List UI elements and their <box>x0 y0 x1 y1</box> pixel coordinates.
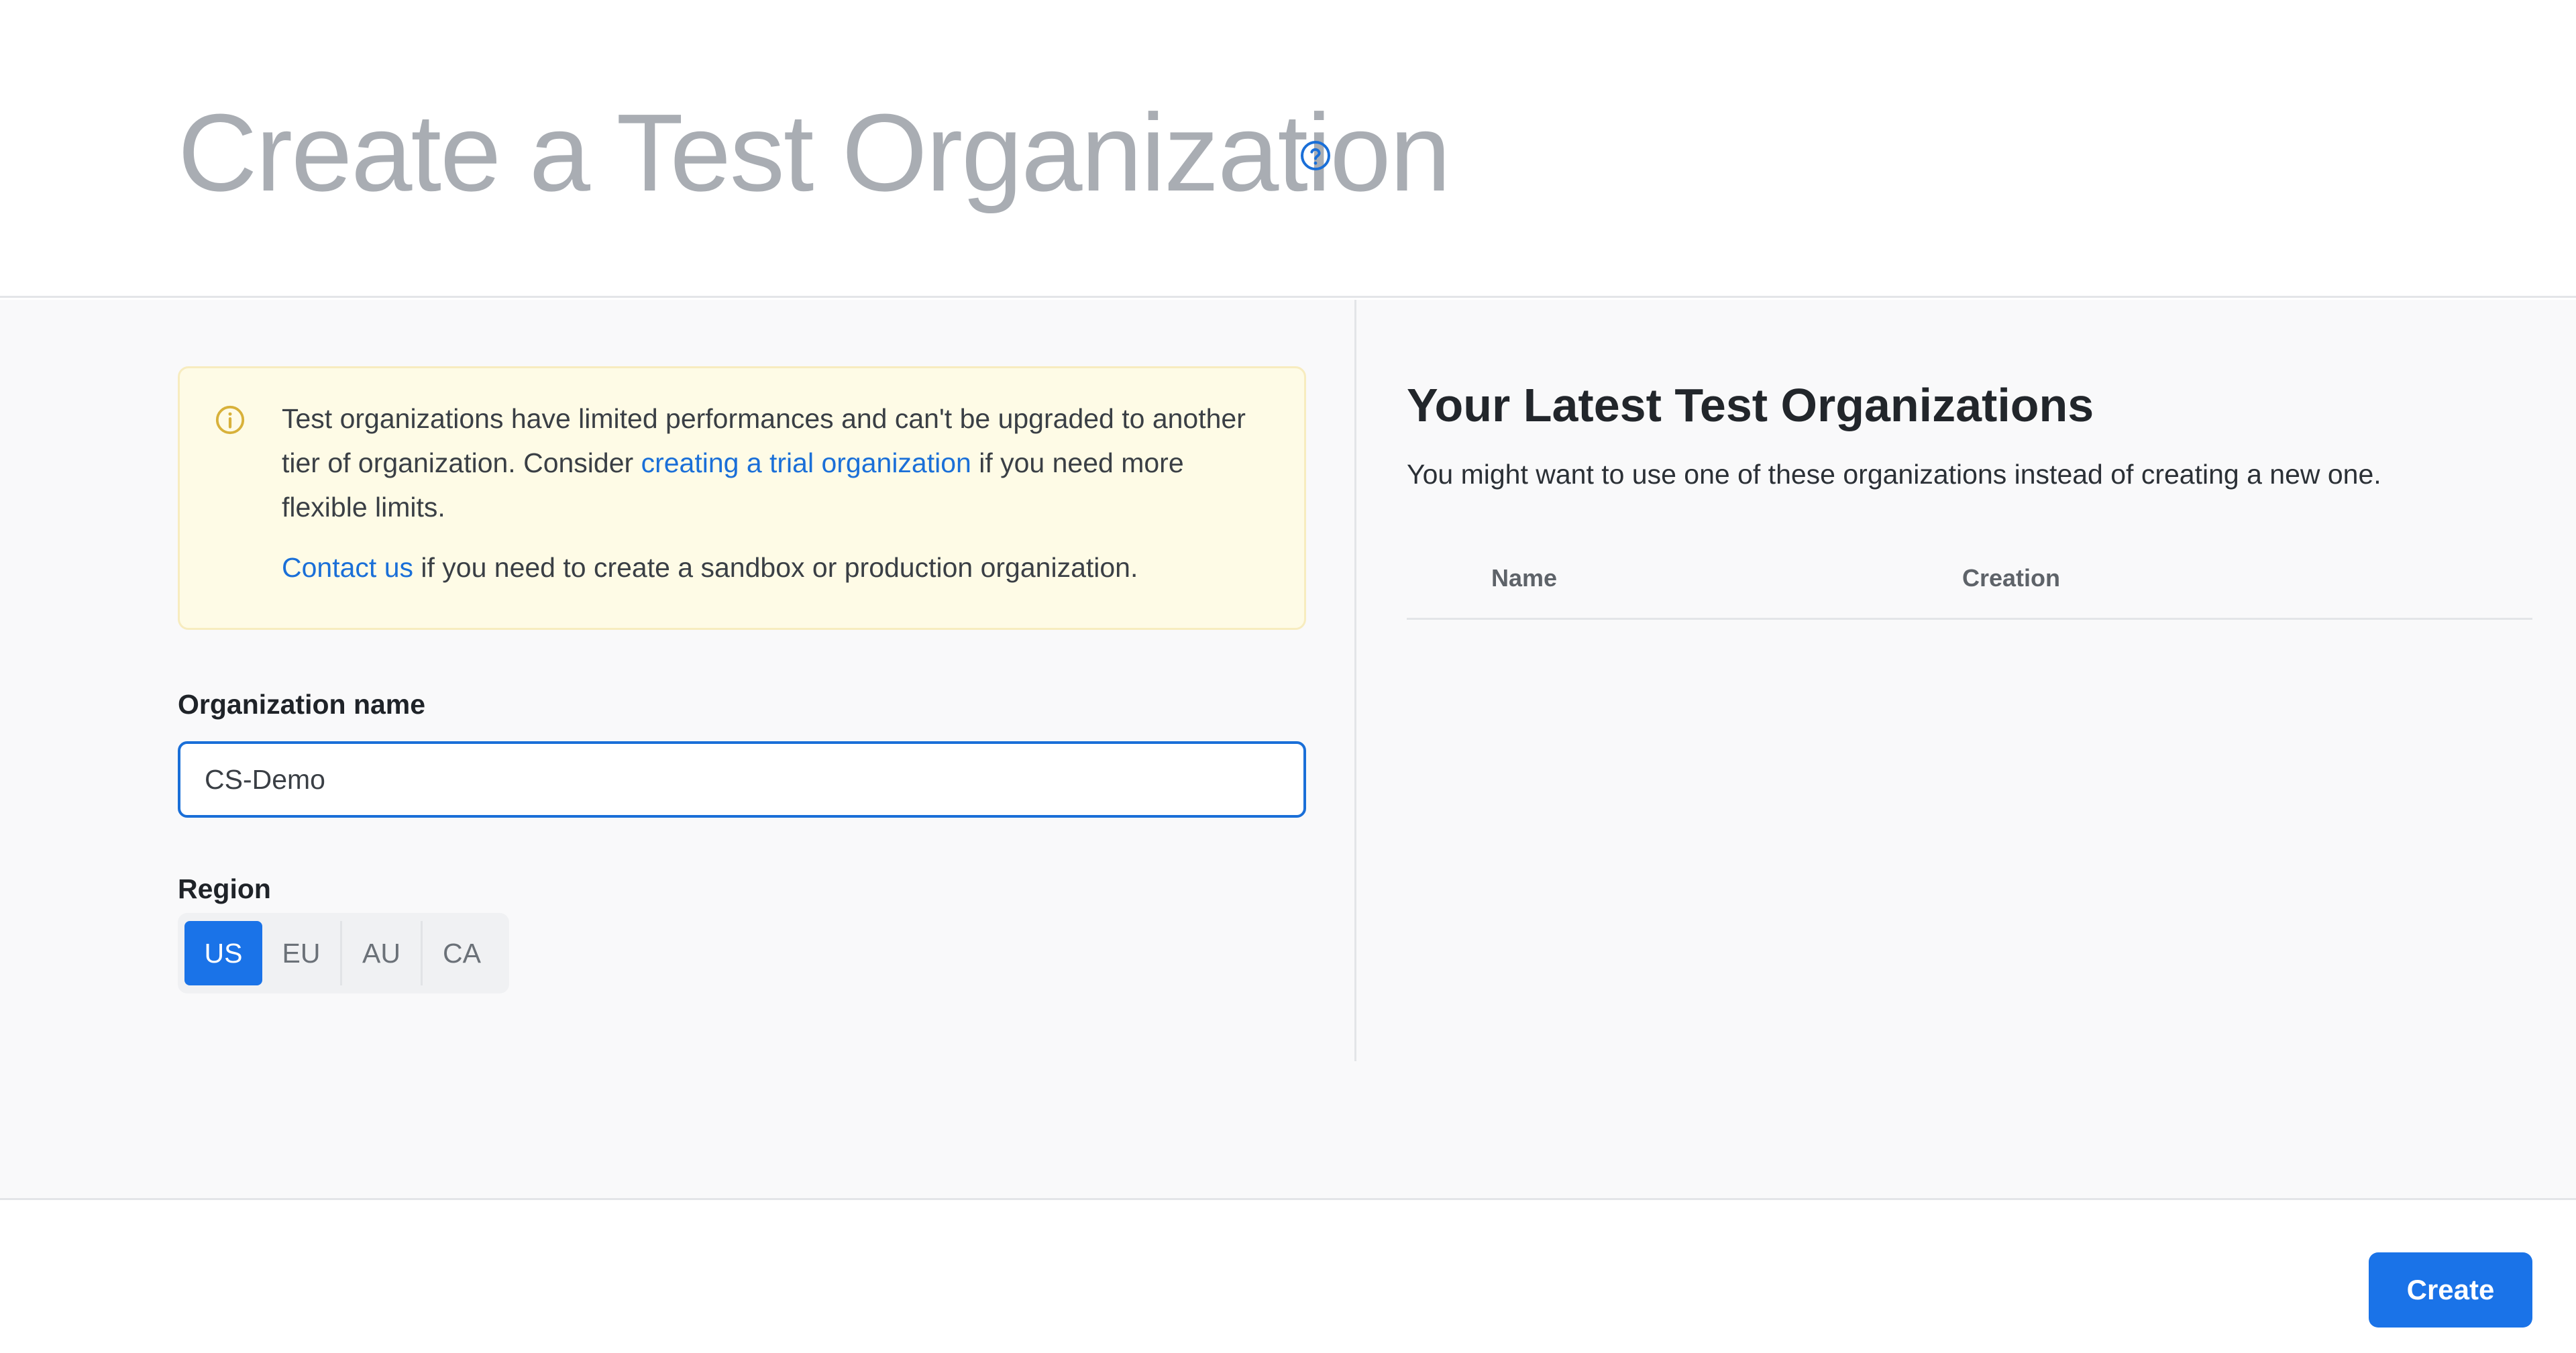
contact-us-link[interactable]: Contact us <box>282 552 413 583</box>
page-body: Test organizations have limited performa… <box>0 300 2576 1200</box>
region-option-au[interactable]: AU <box>340 921 421 985</box>
region-option-ca[interactable]: CA <box>421 921 501 985</box>
region-selector: US EU AU CA <box>178 913 509 993</box>
notice-text: Test organizations have limited performa… <box>282 396 1268 590</box>
region-label: Region <box>178 873 271 904</box>
notice-paragraph-limits: Test organizations have limited performa… <box>282 396 1268 529</box>
latest-organizations-subtitle: You might want to use one of these organ… <box>1407 459 2381 490</box>
notice-paragraph-contact: Contact us if you need to create a sandb… <box>282 545 1268 590</box>
create-button[interactable]: Create <box>2369 1252 2532 1328</box>
page-header: Create a Test Organization <box>0 0 2576 298</box>
column-divider <box>1354 300 1356 1061</box>
info-circle-icon <box>215 405 245 435</box>
page-footer: Create <box>0 1202 2576 1353</box>
latest-organizations-title: Your Latest Test Organizations <box>1407 379 2094 431</box>
question-circle-icon[interactable] <box>1299 140 1332 172</box>
page-title: Create a Test Organization <box>178 91 1451 214</box>
create-test-organization-page: Create a Test Organization Test organiza… <box>0 0 2576 1353</box>
organization-name-input[interactable] <box>178 741 1306 818</box>
column-header-name[interactable]: Name <box>1491 564 1557 592</box>
creating-trial-organization-link[interactable]: creating a trial organization <box>641 447 971 478</box>
region-option-eu[interactable]: EU <box>262 921 340 985</box>
region-option-us[interactable]: US <box>184 921 262 985</box>
contact-us-text: if you need to create a sandbox or produ… <box>413 552 1138 583</box>
latest-organizations-table-header: Name Creation <box>1407 555 2532 620</box>
organization-name-label: Organization name <box>178 689 426 720</box>
info-notice: Test organizations have limited performa… <box>178 366 1306 630</box>
column-header-creation[interactable]: Creation <box>1962 564 2060 592</box>
